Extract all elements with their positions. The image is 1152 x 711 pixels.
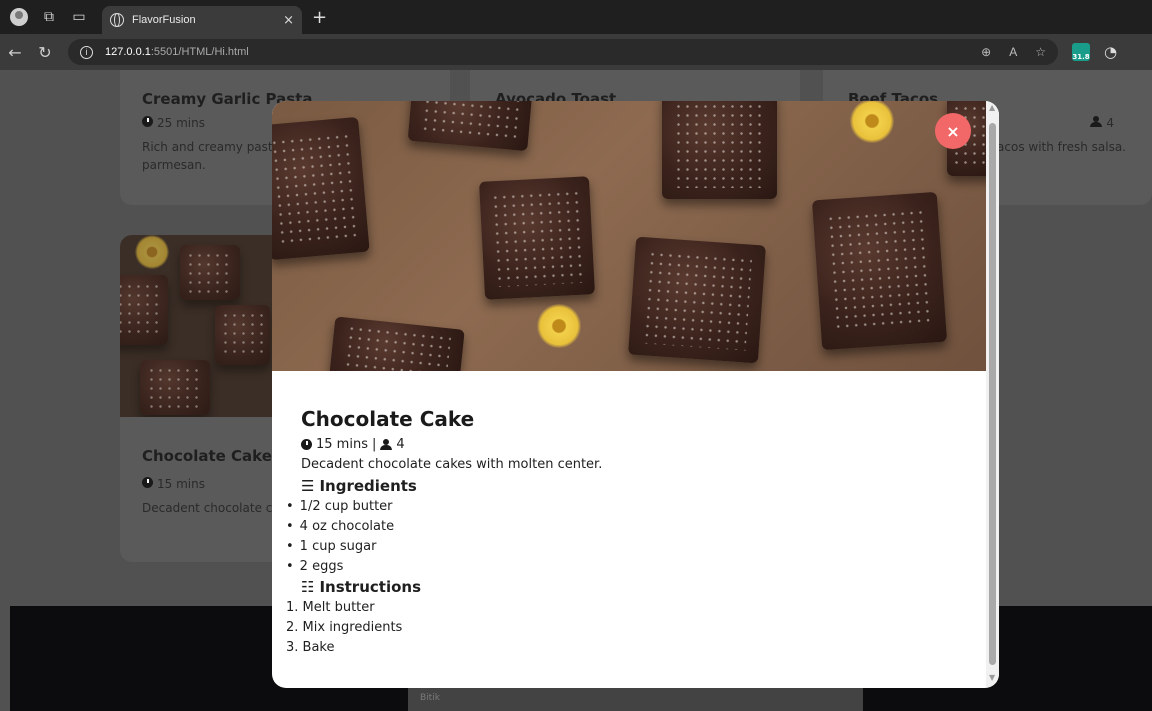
recipe-title: Chocolate Cake	[301, 407, 475, 431]
browser-tab-bar: ⧉ ▭ FlavorFusion × +	[0, 0, 1152, 34]
url-path: :5501/HTML/Hi.html	[150, 46, 249, 58]
recipe-description: Decadent chocolate cakes with molten cen…	[301, 457, 603, 472]
extension-icon[interactable]: 31.8	[1072, 43, 1090, 61]
recipe-card-servings: 4	[1106, 116, 1114, 130]
site-info-icon[interactable]: i	[80, 45, 93, 59]
modal-scrollbar[interactable]: ▲ ▼	[986, 101, 999, 688]
zoom-icon[interactable]: ⊕	[981, 45, 991, 59]
clock-icon	[142, 477, 153, 488]
tab-title: FlavorFusion	[132, 14, 196, 26]
clock-icon	[142, 116, 153, 127]
address-bar[interactable]: i 127.0.0.1:5501/HTML/Hi.html ⊕ A ☆	[68, 39, 1058, 65]
servings-icon	[380, 439, 393, 450]
list-item: 3. Bake	[286, 640, 335, 655]
list-item: 1. Melt butter	[286, 600, 375, 615]
globe-icon	[110, 13, 124, 27]
url-host: 127.0.0.1	[105, 46, 151, 58]
clock-icon	[301, 439, 312, 450]
recipe-meta: 15 mins | 4	[301, 437, 405, 452]
instructions-heading: ☷ Instructions	[301, 578, 421, 596]
refresh-icon[interactable]: ↻	[30, 43, 60, 62]
recipe-hero-image	[272, 101, 986, 371]
recipe-servings: 4	[396, 437, 405, 452]
browser-tab[interactable]: FlavorFusion ×	[102, 6, 302, 34]
new-tab-button[interactable]: +	[312, 7, 327, 28]
list-item: 2 eggs	[286, 557, 394, 577]
ordered-list-icon: ☷	[301, 578, 315, 596]
recipe-time: 15 mins	[316, 437, 368, 452]
ingredients-list: 1/2 cup butter 4 oz chocolate 1 cup suga…	[286, 497, 394, 577]
ingredients-heading: ☰ Ingredients	[301, 477, 417, 495]
servings-icon	[1090, 116, 1103, 127]
close-modal-button[interactable]: ×	[935, 113, 971, 149]
tab-actions-icon[interactable]: ▭	[64, 0, 94, 34]
flower-decoration	[537, 304, 581, 348]
list-item: 4 oz chocolate	[286, 517, 394, 537]
scroll-thumb[interactable]	[989, 123, 996, 665]
list-item: 1/2 cup butter	[286, 497, 394, 517]
instructions-list: 1. Melt butter 2. Mix ingredients 3. Bak…	[286, 598, 402, 658]
list-item: 1 cup sugar	[286, 537, 394, 557]
favorite-star-icon[interactable]: ☆	[1035, 45, 1046, 59]
scroll-down-arrow-icon[interactable]: ▼	[989, 673, 995, 682]
read-aloud-icon[interactable]: A	[1009, 45, 1017, 59]
list-icon: ☰	[301, 477, 315, 495]
flower-decoration	[850, 101, 894, 143]
back-arrow-icon[interactable]: ←	[0, 43, 30, 62]
workspaces-icon[interactable]: ⧉	[34, 0, 64, 34]
profile-avatar-icon[interactable]	[10, 8, 28, 26]
list-item: 2. Mix ingredients	[286, 620, 403, 635]
recipe-card-time: 15 mins	[157, 477, 205, 491]
extension-badge: 31.8	[1072, 53, 1090, 61]
instructions-heading-text: Instructions	[319, 578, 422, 596]
scroll-up-arrow-icon[interactable]: ▲	[989, 103, 995, 112]
recipe-card-time: 25 mins	[157, 116, 205, 130]
meta-separator: |	[371, 437, 377, 452]
recipe-modal: × Chocolate Cake 15 mins | 4 Decadent ch…	[272, 101, 999, 688]
ingredients-heading-text: Ingredients	[319, 477, 417, 495]
tab-close-icon[interactable]: ×	[283, 13, 294, 28]
copilot-icon[interactable]: ◔	[1104, 43, 1117, 61]
address-toolbar: ← ↻ i 127.0.0.1:5501/HTML/Hi.html ⊕ A ☆ …	[0, 34, 1152, 70]
